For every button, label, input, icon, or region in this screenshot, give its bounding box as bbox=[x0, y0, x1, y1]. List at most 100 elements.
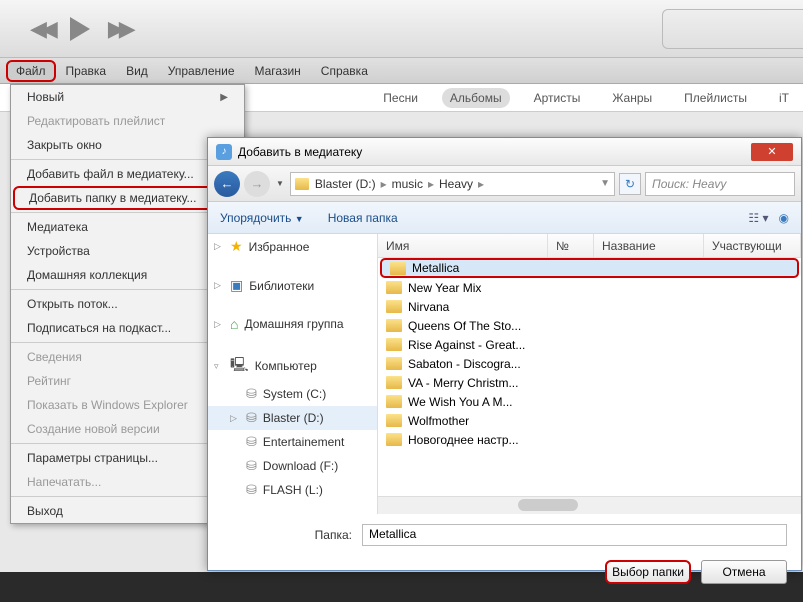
crumb-2[interactable]: music bbox=[392, 177, 423, 191]
tab-artists[interactable]: Артисты bbox=[526, 88, 589, 108]
list-item[interactable]: Wolfmother bbox=[378, 411, 801, 430]
prev-icon[interactable]: ◀◀ bbox=[30, 16, 52, 42]
library-icon: ▣ bbox=[230, 277, 243, 294]
menu-manage[interactable]: Управление bbox=[158, 60, 245, 82]
nav-drive-ent[interactable]: ⛁Entertainement bbox=[208, 430, 377, 454]
menu-new[interactable]: Новый▶ bbox=[11, 85, 244, 109]
cancel-button[interactable]: Отмена bbox=[701, 560, 787, 584]
folder-icon bbox=[386, 319, 402, 332]
tab-playlists[interactable]: Плейлисты bbox=[676, 88, 755, 108]
play-icon[interactable] bbox=[70, 17, 90, 41]
horizontal-scrollbar[interactable] bbox=[378, 496, 801, 514]
next-icon[interactable]: ▶▶ bbox=[108, 16, 130, 42]
tab-itunes[interactable]: iT bbox=[771, 88, 797, 108]
homegroup-icon: ⌂ bbox=[230, 316, 238, 332]
col-num[interactable]: № bbox=[548, 234, 594, 257]
file-list: Имя № Название Участвующи Metallica New … bbox=[378, 234, 801, 514]
folder-icon bbox=[386, 433, 402, 446]
list-item[interactable]: Queens Of The Sto... bbox=[378, 316, 801, 335]
forward-button[interactable]: → bbox=[244, 171, 270, 197]
computer-icon: 🖳 bbox=[230, 354, 249, 378]
nav-drive-l[interactable]: ⛁FLASH (L:) bbox=[208, 478, 377, 502]
nav-drive-d[interactable]: ▷⛁Blaster (D:) bbox=[208, 406, 377, 430]
tab-songs[interactable]: Песни bbox=[375, 88, 426, 108]
drive-icon: ⛁ bbox=[246, 434, 257, 450]
dialog-body: ▷★Избранное ▷▣Библиотеки ▷⌂Домашняя груп… bbox=[208, 234, 801, 514]
dialog-nav-bar: ← → ▼ Blaster (D:)▸ music▸ Heavy▸ ▼ ↻ По… bbox=[208, 166, 801, 202]
menu-bar: Файл Правка Вид Управление Магазин Справ… bbox=[0, 58, 803, 84]
dialog-toolbar: Упорядочить ▼ Новая папка ☷ ▾ ◉ bbox=[208, 202, 801, 234]
col-name[interactable]: Имя bbox=[378, 234, 548, 257]
list-item[interactable]: Новогоднее настр... bbox=[378, 430, 801, 449]
col-part[interactable]: Участвующи bbox=[704, 234, 801, 257]
folder-name-input[interactable]: Metallica bbox=[362, 524, 787, 546]
help-icon[interactable]: ◉ bbox=[779, 211, 789, 225]
nav-libraries[interactable]: ▷▣Библиотеки bbox=[208, 273, 377, 298]
tab-genres[interactable]: Жанры bbox=[604, 88, 660, 108]
nav-drive-c[interactable]: ⛁System (C:) bbox=[208, 382, 377, 406]
close-button[interactable]: ✕ bbox=[751, 143, 793, 161]
drive-icon: ⛁ bbox=[246, 482, 257, 498]
back-button[interactable]: ← bbox=[214, 171, 240, 197]
crumb-1[interactable]: Blaster (D:) bbox=[315, 177, 376, 191]
list-rows: Metallica New Year Mix Nirvana Queens Of… bbox=[378, 258, 801, 496]
list-item[interactable]: Sabaton - Discogra... bbox=[378, 354, 801, 373]
folder-icon bbox=[386, 300, 402, 313]
menu-edit[interactable]: Правка bbox=[56, 60, 117, 82]
app-icon: ♪ bbox=[216, 144, 232, 160]
file-dialog: ♪ Добавить в медиатеку ✕ ← → ▼ Blaster (… bbox=[207, 137, 802, 571]
menu-help[interactable]: Справка bbox=[311, 60, 378, 82]
new-folder-button[interactable]: Новая папка bbox=[328, 211, 398, 225]
folder-icon bbox=[386, 357, 402, 370]
drive-icon: ⛁ bbox=[246, 386, 257, 402]
search-input[interactable]: Поиск: Heavy bbox=[645, 172, 795, 196]
list-item[interactable]: We Wish You A M... bbox=[378, 392, 801, 411]
dialog-footer: Папка: Metallica Выбор папки Отмена bbox=[208, 514, 801, 594]
nav-history-dropdown[interactable]: ▼ bbox=[274, 179, 286, 188]
player-bar: ◀◀ ▶▶ bbox=[0, 0, 803, 58]
nav-drive-f[interactable]: ⛁Download (F:) bbox=[208, 454, 377, 478]
folder-icon bbox=[295, 178, 309, 190]
list-item[interactable]: VA - Merry Christm... bbox=[378, 373, 801, 392]
toolbar-view-icons: ☷ ▾ ◉ bbox=[748, 211, 789, 225]
star-icon: ★ bbox=[230, 238, 243, 255]
folder-name-row: Папка: Metallica bbox=[222, 524, 787, 546]
folder-icon bbox=[386, 395, 402, 408]
playback-controls: ◀◀ ▶▶ bbox=[30, 16, 130, 42]
folder-icon bbox=[390, 262, 406, 275]
folder-icon bbox=[386, 338, 402, 351]
refresh-button[interactable]: ↻ bbox=[619, 173, 641, 195]
list-item[interactable]: Nirvana bbox=[378, 297, 801, 316]
list-item[interactable]: Rise Against - Great... bbox=[378, 335, 801, 354]
nav-favorites[interactable]: ▷★Избранное bbox=[208, 234, 377, 259]
organize-dropdown[interactable]: Упорядочить ▼ bbox=[220, 211, 304, 225]
breadcrumb[interactable]: Blaster (D:)▸ music▸ Heavy▸ ▼ bbox=[290, 172, 615, 196]
list-header: Имя № Название Участвующи bbox=[378, 234, 801, 258]
list-item[interactable]: New Year Mix bbox=[378, 278, 801, 297]
lcd-display bbox=[662, 9, 803, 49]
folder-icon bbox=[386, 414, 402, 427]
tab-albums[interactable]: Альбомы bbox=[442, 88, 510, 108]
dialog-title-text: Добавить в медиатеку bbox=[238, 145, 362, 159]
dialog-titlebar: ♪ Добавить в медиатеку ✕ bbox=[208, 138, 801, 166]
dialog-buttons: Выбор папки Отмена bbox=[222, 560, 787, 584]
menu-view[interactable]: Вид bbox=[116, 60, 158, 82]
drive-icon: ⛁ bbox=[246, 458, 257, 474]
crumb-3[interactable]: Heavy bbox=[439, 177, 473, 191]
nav-pane: ▷★Избранное ▷▣Библиотеки ▷⌂Домашняя груп… bbox=[208, 234, 378, 514]
menu-edit-playlist: Редактировать плейлист bbox=[11, 109, 244, 133]
view-mode-button[interactable]: ☷ ▾ bbox=[748, 211, 768, 225]
nav-homegroup[interactable]: ▷⌂Домашняя группа bbox=[208, 312, 377, 336]
menu-store[interactable]: Магазин bbox=[245, 60, 311, 82]
folder-icon bbox=[386, 281, 402, 294]
scroll-thumb[interactable] bbox=[518, 499, 578, 511]
menu-file[interactable]: Файл bbox=[6, 60, 56, 82]
chevron-right-icon: ▶ bbox=[220, 92, 228, 103]
choose-folder-button[interactable]: Выбор папки bbox=[605, 560, 691, 584]
col-title[interactable]: Название bbox=[594, 234, 704, 257]
chevron-down-icon[interactable]: ▼ bbox=[600, 178, 610, 189]
folder-label: Папка: bbox=[222, 528, 352, 542]
drive-icon: ⛁ bbox=[246, 410, 257, 426]
list-item[interactable]: Metallica bbox=[380, 258, 799, 278]
nav-computer[interactable]: ▿🖳Компьютер bbox=[208, 350, 377, 382]
